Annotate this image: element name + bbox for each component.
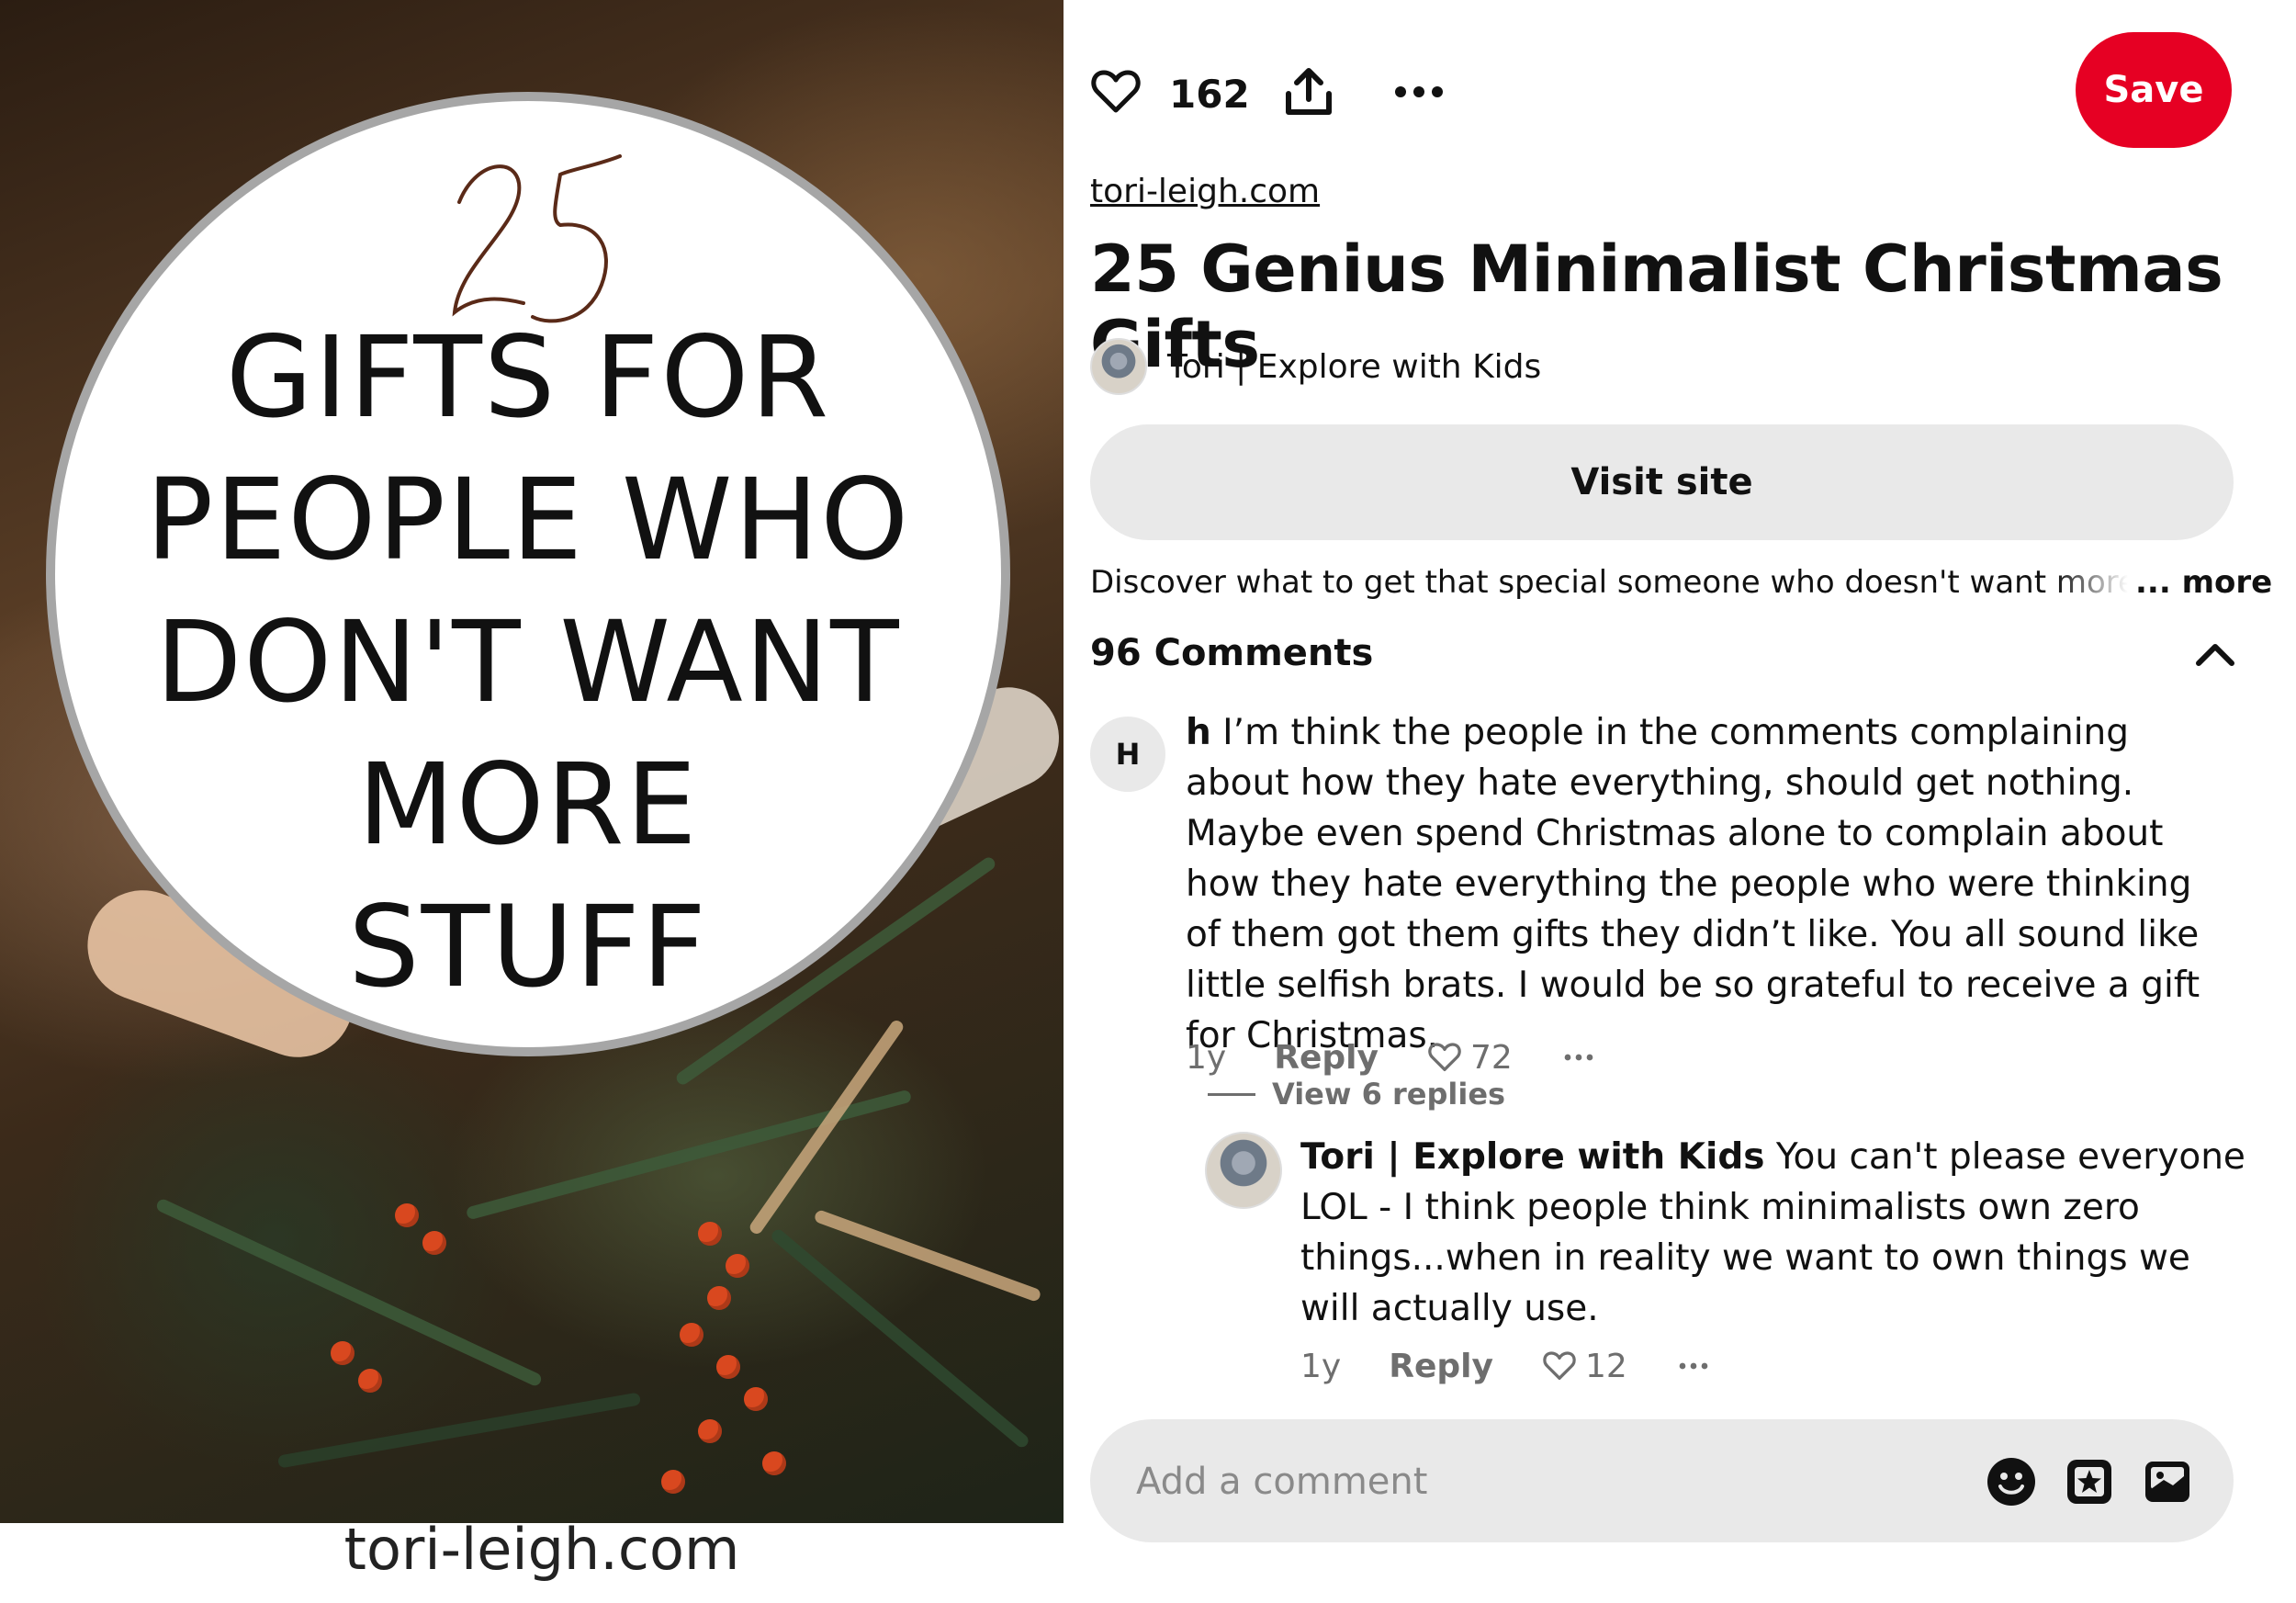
more-link[interactable]: ... more (2135, 564, 2272, 601)
berry (698, 1222, 722, 1246)
comment-input[interactable] (1134, 1419, 1946, 1544)
comment-age: 1y (1186, 1038, 1227, 1077)
berry (762, 1451, 786, 1475)
berry (358, 1369, 382, 1393)
ellipsis-icon[interactable] (1560, 1039, 1597, 1076)
heart-icon (1428, 1043, 1461, 1071)
pin-description: Discover what to get that special someon… (1090, 564, 2284, 601)
description-text: Discover what to get that special someon… (1090, 564, 2128, 601)
reply-button[interactable]: Reply (1389, 1348, 1493, 1385)
like-button[interactable]: 12 (1541, 1348, 1627, 1385)
berry (726, 1254, 749, 1278)
comment-meta: 1y Reply 12 (1300, 1343, 1760, 1389)
divider (1208, 1092, 1255, 1096)
like-button[interactable]: 72 (1426, 1039, 1513, 1077)
berry (331, 1341, 355, 1365)
reply-button[interactable]: Reply (1274, 1039, 1379, 1077)
berry (422, 1231, 446, 1255)
berry (680, 1323, 703, 1347)
heart-icon (1543, 1351, 1576, 1380)
berry (698, 1419, 722, 1443)
comment-meta: 1y Reply 72 (1186, 1034, 1645, 1080)
author-row[interactable]: Tori | Explore with Kids (1090, 338, 1541, 395)
image-icon[interactable] (2142, 1456, 2193, 1507)
comment-box (1090, 1419, 2234, 1544)
visit-site-button[interactable]: Visit site (1090, 424, 2234, 540)
berry (744, 1387, 768, 1411)
like-count: 72 (1469, 1038, 1513, 1077)
avatar[interactable]: H (1090, 717, 1165, 792)
emoji-icon[interactable] (1986, 1456, 2037, 1507)
comment-author[interactable]: Tori | Explore with Kids (1300, 1136, 1764, 1178)
sticker-icon[interactable] (2064, 1456, 2115, 1507)
view-replies-label[interactable]: View 6 replies (1272, 1077, 1505, 1112)
berry (707, 1286, 731, 1310)
avatar[interactable] (1090, 338, 1147, 395)
share-icon[interactable] (1281, 64, 1336, 119)
ellipsis-icon[interactable] (1391, 64, 1446, 119)
circle-text-line: DON'T WANT (155, 597, 901, 728)
like-count: 12 (1584, 1347, 1627, 1385)
pine-branch (769, 1226, 1031, 1451)
pin-image[interactable]: GIFTS FOR PEOPLE WHO DON'T WANT MORE STU… (0, 0, 1064, 1523)
comments-header[interactable]: 96 Comments (1090, 632, 1373, 674)
comment-body: Tori | Explore with Kids You can't pleas… (1300, 1132, 2246, 1334)
avatar[interactable] (1205, 1132, 1282, 1209)
pin-toolbar: 162 Save (1088, 32, 2232, 152)
comment-body: h I’m think the people in the comments c… (1186, 707, 2233, 1061)
circle-text-line: MORE (357, 739, 699, 870)
circle-text-line: GIFTS FOR (225, 312, 831, 443)
comment-text: I’m think the people in the comments com… (1186, 712, 2200, 1056)
ellipsis-icon[interactable] (1675, 1348, 1712, 1384)
source-link[interactable]: tori-leigh.com (1090, 173, 1320, 210)
save-button[interactable]: Save (2076, 32, 2232, 148)
view-replies-button[interactable]: View 6 replies (1208, 1077, 1505, 1112)
circle-text-line: PEOPLE WHO (145, 455, 911, 585)
circle-text-line: STUFF (348, 882, 708, 1012)
berry (661, 1470, 685, 1494)
pine-branch (276, 1392, 642, 1469)
chevron-up-icon[interactable] (2189, 628, 2241, 680)
image-footer-text: tori-leigh.com (343, 1516, 740, 1583)
berry (395, 1203, 419, 1227)
author-name[interactable]: Tori | Explore with Kids (1167, 348, 1541, 386)
comment-age: 1y (1300, 1347, 1342, 1385)
comment-author[interactable]: h (1186, 712, 1211, 753)
berry (716, 1355, 740, 1379)
heart-icon[interactable] (1088, 64, 1143, 119)
reaction-count: 162 (1169, 72, 1250, 117)
handwritten-number-25 (452, 154, 622, 323)
